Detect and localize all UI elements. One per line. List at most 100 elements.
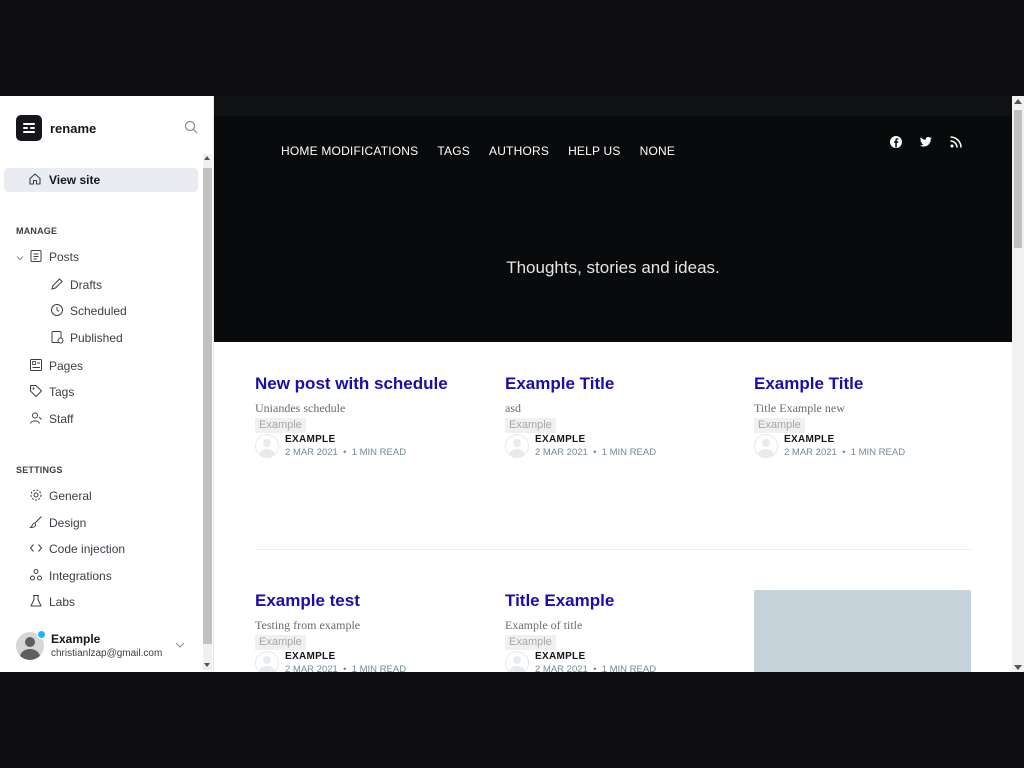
meta-separator: • xyxy=(593,447,597,458)
site-preview: HOME MODIFICATIONS TAGS AUTHORS HELP US … xyxy=(214,96,1012,672)
facebook-icon[interactable] xyxy=(889,135,903,149)
post-tag[interactable]: Example xyxy=(255,635,306,650)
sidebar-item-label: Tags xyxy=(49,385,75,399)
post-meta: EXAMPLE 2 MAR 2021 • 1 MIN READ xyxy=(255,434,475,462)
post-read-time: 1 MIN READ xyxy=(601,447,657,458)
post-date: 2 MAR 2021 xyxy=(285,664,338,672)
post-card[interactable]: Example Title asd Example EXAMPLE 2 MAR … xyxy=(505,374,725,462)
post-author[interactable]: EXAMPLE xyxy=(285,434,335,445)
brush-icon xyxy=(29,516,42,529)
search-icon[interactable] xyxy=(184,120,198,134)
post-tag[interactable]: Example xyxy=(255,418,306,433)
sidebar-item-label: Published xyxy=(70,331,123,345)
user-email: christianlzap@gmail.com xyxy=(51,648,163,659)
rss-icon[interactable] xyxy=(949,135,963,149)
post-excerpt: Title Example new xyxy=(754,401,845,415)
scroll-up-arrow-icon[interactable] xyxy=(1014,99,1022,104)
chevron-down-icon[interactable] xyxy=(16,254,24,262)
post-date: 2 MAR 2021 xyxy=(535,664,588,672)
post-tag[interactable]: Example xyxy=(754,418,805,433)
post-date-line: 2 MAR 2021 • 1 MIN READ xyxy=(535,447,656,458)
post-date: 2 MAR 2021 xyxy=(285,447,338,458)
flask-icon xyxy=(30,595,42,607)
post-excerpt: Testing from example xyxy=(255,618,361,632)
sidebar-item-label: Scheduled xyxy=(70,304,127,318)
code-icon xyxy=(29,544,43,552)
sidebar-item-label: Drafts xyxy=(70,278,103,292)
post-author[interactable]: EXAMPLE xyxy=(784,434,834,445)
post-title[interactable]: Example Title xyxy=(754,374,974,394)
site-logo-icon[interactable] xyxy=(16,115,42,141)
sidebar-scrollbar[interactable] xyxy=(203,154,212,670)
site-brand-name[interactable]: rename xyxy=(50,121,96,136)
post-card[interactable]: Example test Testing from example Exampl… xyxy=(255,591,475,672)
post-card[interactable]: New post with schedule Uniandes schedule… xyxy=(255,374,475,462)
sidebar-item-label: General xyxy=(49,489,92,503)
author-avatar[interactable] xyxy=(505,434,529,458)
post-card[interactable]: Title Example Example of title Example E… xyxy=(505,591,725,672)
user-menu[interactable]: Example christianlzap@gmail.com xyxy=(16,630,196,664)
post-title[interactable]: Example Title xyxy=(505,374,725,394)
clock-icon xyxy=(51,304,63,316)
notification-dot xyxy=(37,630,46,639)
site-nav-link[interactable]: TAGS xyxy=(437,144,470,158)
author-avatar[interactable] xyxy=(255,434,279,458)
scrollbar-thumb[interactable] xyxy=(203,168,212,644)
view-site-link[interactable]: View site xyxy=(4,168,198,192)
post-card[interactable]: Example Title Title Example new Example … xyxy=(754,374,974,462)
post-read-time: 1 MIN READ xyxy=(351,664,407,672)
post-date-line: 2 MAR 2021 • 1 MIN READ xyxy=(535,664,656,672)
post-date-line: 2 MAR 2021 • 1 MIN READ xyxy=(285,664,406,672)
scroll-up-arrow-icon[interactable] xyxy=(204,156,210,160)
post-meta: EXAMPLE 2 MAR 2021 • 1 MIN READ xyxy=(754,434,974,462)
post-read-time: 1 MIN READ xyxy=(601,664,657,672)
author-avatar[interactable] xyxy=(505,651,529,672)
site-nav-link[interactable]: NONE xyxy=(640,144,675,158)
integrations-icon xyxy=(30,569,42,581)
author-avatar[interactable] xyxy=(754,434,778,458)
site-nav-link[interactable]: AUTHORS xyxy=(489,144,549,158)
sidebar-item-label: Design xyxy=(49,516,87,530)
sidebar-item-label: Integrations xyxy=(49,569,112,583)
author-avatar[interactable] xyxy=(255,651,279,672)
post-meta: EXAMPLE 2 MAR 2021 • 1 MIN READ xyxy=(505,651,725,672)
post-read-time: 1 MIN READ xyxy=(351,447,407,458)
sidebar-item-label: Posts xyxy=(49,250,80,264)
post-title[interactable]: Title Example xyxy=(505,591,725,611)
site-nav-link[interactable]: HOME MODIFICATIONS xyxy=(281,144,418,158)
manage-heading: MANAGE xyxy=(16,226,58,236)
scroll-down-arrow-icon[interactable] xyxy=(1014,665,1022,670)
posts-icon xyxy=(30,250,42,262)
post-tag[interactable]: Example xyxy=(505,418,556,433)
post-meta: EXAMPLE 2 MAR 2021 • 1 MIN READ xyxy=(505,434,725,462)
post-title[interactable]: New post with schedule xyxy=(255,374,475,394)
post-meta: EXAMPLE 2 MAR 2021 • 1 MIN READ xyxy=(255,651,475,672)
post-feature-image[interactable] xyxy=(754,590,971,672)
post-author[interactable]: EXAMPLE xyxy=(535,651,585,662)
scroll-down-arrow-icon[interactable] xyxy=(204,663,210,667)
site-header: HOME MODIFICATIONS TAGS AUTHORS HELP US … xyxy=(214,96,1012,342)
pencil-icon xyxy=(51,278,63,290)
post-author[interactable]: EXAMPLE xyxy=(285,651,335,662)
published-icon xyxy=(51,331,64,344)
twitter-icon[interactable] xyxy=(919,135,933,149)
social-links xyxy=(889,135,963,149)
staff-icon xyxy=(30,412,42,424)
chevron-down-icon[interactable] xyxy=(175,640,185,650)
post-excerpt: Uniandes schedule xyxy=(255,401,346,415)
view-site-label: View site xyxy=(49,173,101,187)
post-title[interactable]: Example test xyxy=(255,591,475,611)
main-scrollbar[interactable] xyxy=(1012,96,1024,672)
post-tag[interactable]: Example xyxy=(505,635,556,650)
meta-separator: • xyxy=(593,664,597,672)
post-date-line: 2 MAR 2021 • 1 MIN READ xyxy=(285,447,406,458)
sidebar-item-label: Pages xyxy=(49,359,84,373)
settings-heading: SETTINGS xyxy=(16,465,63,475)
post-author[interactable]: EXAMPLE xyxy=(535,434,585,445)
site-nav-link[interactable]: HELP US xyxy=(568,144,621,158)
app-window: rename View site MANAGE Posts Drafts Sch… xyxy=(0,96,1024,672)
gear-icon xyxy=(30,489,42,501)
scrollbar-thumb[interactable] xyxy=(1014,110,1022,248)
meta-separator: • xyxy=(343,664,347,672)
site-nav: HOME MODIFICATIONS TAGS AUTHORS HELP US … xyxy=(281,144,675,158)
